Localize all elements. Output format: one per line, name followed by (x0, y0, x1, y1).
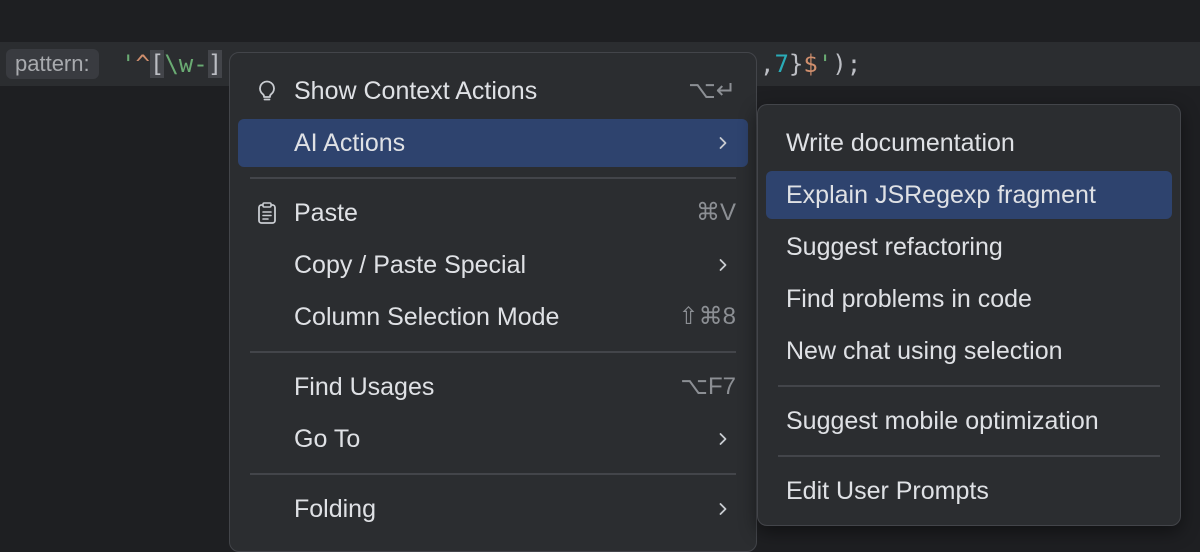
chevron-right-icon (719, 259, 727, 271)
code-fragment-left[interactable]: '^[\w-] (121, 45, 223, 83)
code-token-char-class: \w- (164, 50, 208, 78)
code-token-quote-open: ' (121, 50, 136, 78)
submenu-item-new-chat-using-selection[interactable]: New chat using selection (766, 327, 1172, 375)
menu-item-folding[interactable]: Folding (238, 485, 748, 533)
chevron-right-icon (719, 137, 727, 149)
code-token-comma: , (760, 50, 775, 78)
menu-item-ai-actions[interactable]: AI Actions (238, 119, 748, 167)
editor-context-menu: Show Context Actions ⌥↵ AI Actions Paste… (229, 52, 757, 552)
submenu-item-label: Edit User Prompts (786, 477, 989, 505)
menu-item-find-usages[interactable]: Find Usages ⌥F7 (238, 363, 748, 411)
shortcut-label: ⌥↵ (688, 77, 736, 104)
submenu-item-label: Find problems in code (786, 285, 1032, 313)
ai-actions-submenu: Write documentation Explain JSRegexp fra… (757, 104, 1181, 526)
menu-item-label: Folding (294, 495, 376, 523)
submenu-item-label: Write documentation (786, 129, 1015, 157)
clipboard-icon (258, 202, 276, 224)
editor-top-area (0, 0, 1200, 42)
code-token-bracket-close: ] (207, 50, 223, 78)
menu-separator (250, 177, 736, 179)
menu-separator (250, 473, 736, 475)
menu-item-label: Copy / Paste Special (294, 251, 527, 279)
menu-item-copy-paste-special[interactable]: Copy / Paste Special (238, 241, 748, 289)
submenu-separator (778, 455, 1160, 457)
parameter-hint: pattern: (6, 49, 99, 79)
submenu-item-label: New chat using selection (786, 337, 1063, 365)
submenu-item-label: Suggest refactoring (786, 233, 1003, 261)
code-token-brace-close: } (788, 50, 804, 78)
chevron-right-icon (719, 433, 727, 445)
menu-item-go-to[interactable]: Go To (238, 415, 748, 463)
shortcut-label: ⌥F7 (680, 373, 736, 400)
code-token-bracket-open: [ (149, 50, 165, 78)
menu-item-label: Go To (294, 425, 361, 453)
lightbulb-icon (259, 80, 275, 101)
chevron-right-icon (719, 503, 727, 515)
submenu-item-explain-jsregexp-fragment[interactable]: Explain JSRegexp fragment (766, 171, 1172, 219)
code-token-caret: ^ (135, 50, 150, 78)
menu-separator (250, 351, 736, 353)
submenu-item-suggest-mobile-optimization[interactable]: Suggest mobile optimization (766, 397, 1172, 445)
menu-item-label: Show Context Actions (294, 77, 538, 105)
menu-item-paste[interactable]: Paste ⌘V (238, 189, 748, 237)
submenu-item-label: Explain JSRegexp fragment (786, 181, 1096, 209)
menu-item-label: AI Actions (294, 129, 406, 157)
menu-item-label: Column Selection Mode (294, 303, 560, 331)
code-token-quote-close: ' (817, 50, 833, 78)
shortcut-label: ⇧⌘8 (678, 303, 736, 330)
code-token-paren-semicolon: ); (832, 50, 862, 78)
code-fragment-right[interactable]: ,7}$'); (760, 45, 861, 83)
menu-item-show-context-actions[interactable]: Show Context Actions ⌥↵ (238, 67, 748, 115)
submenu-item-edit-user-prompts[interactable]: Edit User Prompts (766, 467, 1172, 515)
code-token-dollar: $ (803, 50, 818, 78)
menu-item-label: Find Usages (294, 373, 435, 401)
submenu-item-find-problems-in-code[interactable]: Find problems in code (766, 275, 1172, 323)
submenu-item-suggest-refactoring[interactable]: Suggest refactoring (766, 223, 1172, 271)
menu-item-label: Paste (294, 199, 358, 227)
submenu-separator (778, 385, 1160, 387)
shortcut-label: ⌘V (695, 199, 736, 226)
submenu-item-write-documentation[interactable]: Write documentation (766, 119, 1172, 167)
code-token-number: 7 (774, 50, 789, 78)
menu-item-column-selection-mode[interactable]: Column Selection Mode ⇧⌘8 (238, 293, 748, 341)
submenu-item-label: Suggest mobile optimization (786, 407, 1099, 435)
